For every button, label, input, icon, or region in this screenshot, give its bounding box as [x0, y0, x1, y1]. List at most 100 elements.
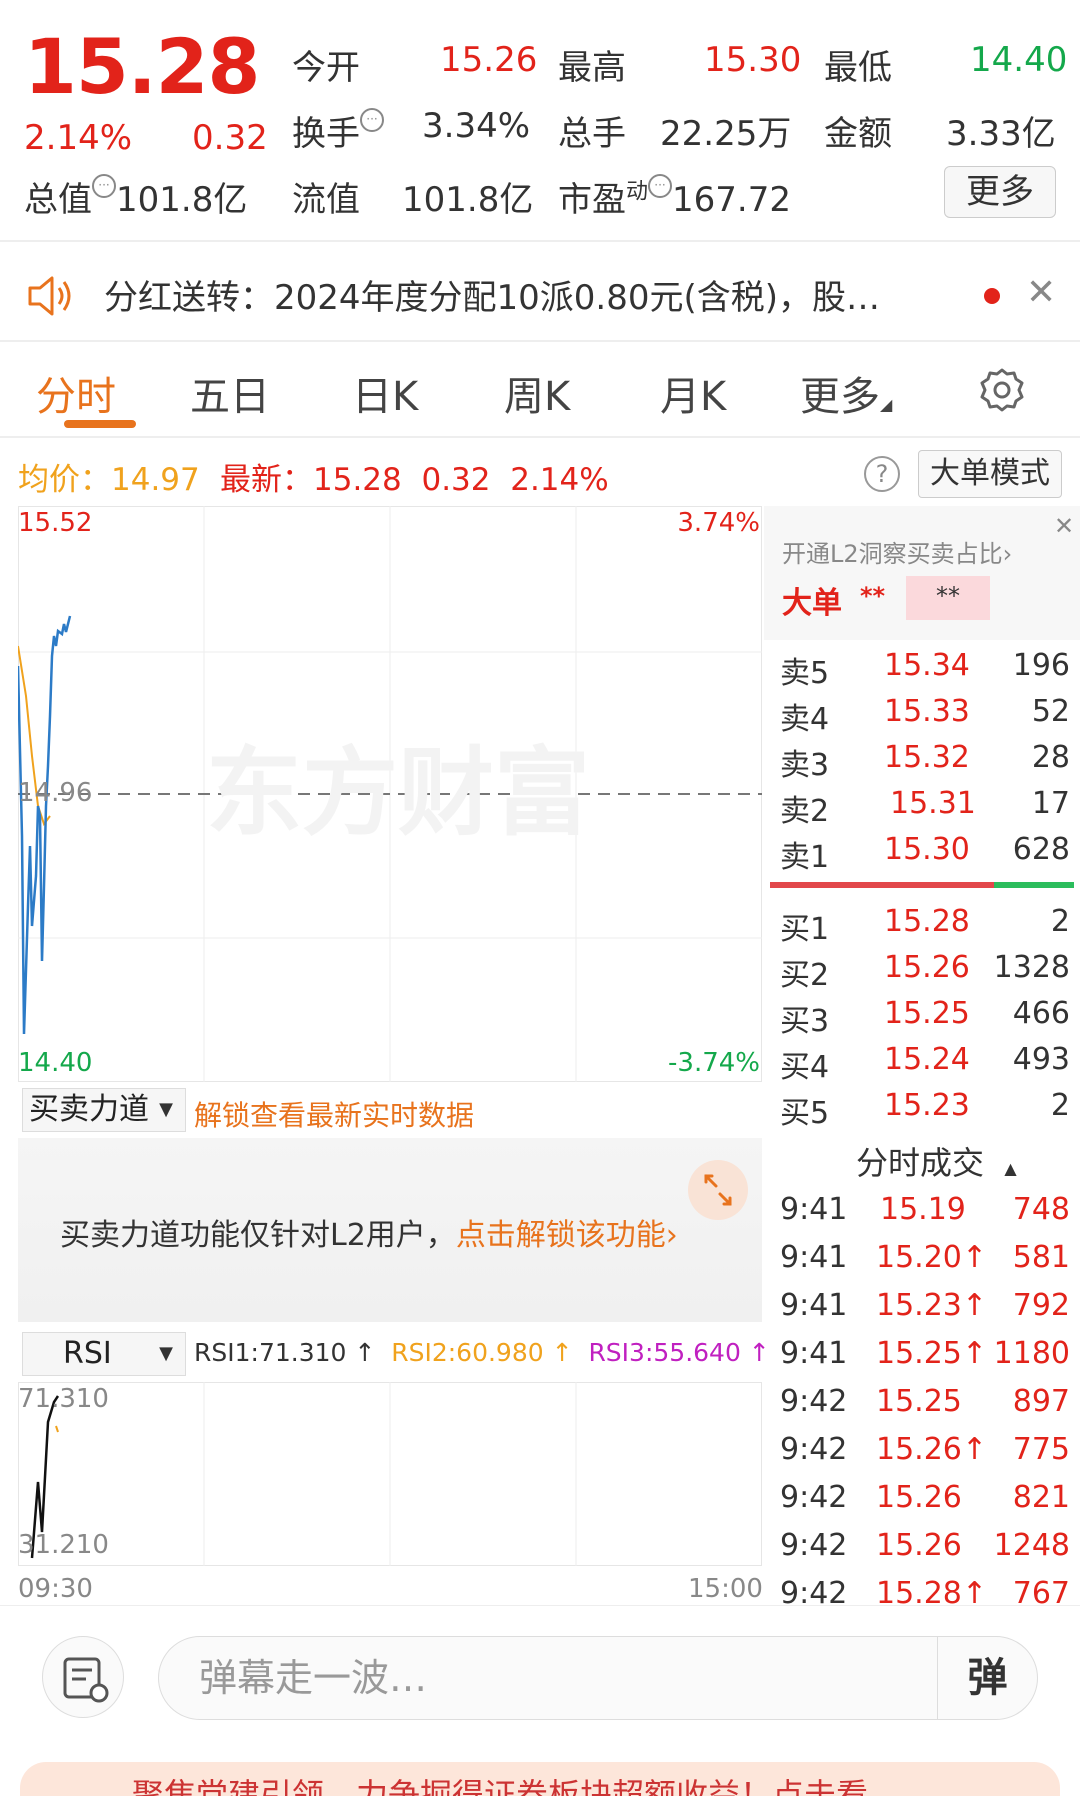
promo-banner[interactable]: 聚焦党建引领，力争掘得证券板块超额收益！点击看… — [20, 1762, 1060, 1796]
float-label: 流值 — [292, 180, 360, 220]
tab-five-day[interactable]: 五日 — [190, 364, 270, 422]
close-icon[interactable]: ✕ — [1054, 512, 1074, 540]
trade-row: 9:41 15.25↑ 1180 — [780, 1336, 1070, 1371]
big-order-label: 大单 — [782, 586, 842, 621]
info-icon[interactable]: ··· — [92, 174, 116, 198]
tab-weekly-k[interactable]: 周K — [504, 364, 570, 422]
rsi-bottom-value: 31.210 — [18, 1530, 109, 1560]
dropdown-triangle-icon: ◢ — [880, 395, 893, 414]
force-indicator-select[interactable]: 买卖力道 ▼ — [22, 1088, 186, 1132]
ask-row-3[interactable]: 卖3 15.32 28 — [764, 736, 1080, 783]
rsi-values: RSI1:71.310 ↑ RSI2:60.980 ↑ RSI3:55.640 … — [194, 1338, 770, 1367]
l2-upgrade-panel[interactable]: 买卖力道功能仅针对L2用户，点击解锁该功能› — [18, 1138, 762, 1322]
pe-superscript: 动 — [626, 179, 649, 205]
order-book-panel: 开通L2洞察买卖占比› ✕ 大单 ** ** 卖5 15.34 196 卖4 15.3… — [764, 506, 1080, 1611]
chart-tabs: 分时 五日 日K 周K 月K 更多◢ — [0, 350, 1080, 436]
big-order-mode-button[interactable]: 大单模式 — [918, 450, 1062, 498]
amount-label: 金额 — [824, 114, 892, 154]
ask-row-4[interactable]: 卖4 15.33 52 — [764, 690, 1080, 737]
dividend-notice-bar[interactable]: 分红送转：2024年度分配10派0.80元(含税)，股… ✕ — [0, 250, 1080, 342]
danmu-bar: 弹幕走一波… 弹 — [0, 1605, 1080, 1745]
danmu-toggle-button[interactable]: 弹 — [937, 1637, 1037, 1719]
trade-row: 9:42 15.25 897 — [780, 1384, 1070, 1419]
danmu-input[interactable]: 弹幕走一波… 弹 — [158, 1636, 1038, 1720]
tab-more[interactable]: 更多◢ — [800, 364, 892, 422]
active-tab-indicator — [64, 420, 136, 428]
unlock-realtime-link[interactable]: 解锁查看最新实时数据 — [194, 1094, 474, 1134]
bid-row-3[interactable]: 买3 15.25 466 — [764, 992, 1080, 1039]
ask-row-1[interactable]: 卖1 15.30 628 — [764, 828, 1080, 875]
pe-label: 市盈动 ··· 167.72 — [558, 172, 791, 221]
rsi3-value: RSI3:55.640 ↑ — [588, 1338, 770, 1367]
open-label: 今开 — [292, 48, 360, 88]
l2-promo-card[interactable]: 开通L2洞察买卖占比› ✕ 大单 ** ** — [764, 506, 1080, 640]
help-icon[interactable]: ? — [864, 456, 900, 492]
amount-value: 3.33亿 — [946, 114, 1056, 154]
speaker-icon — [28, 276, 71, 316]
rsi-chart[interactable]: 71.310 31.210 — [18, 1382, 762, 1566]
low-label: 最低 — [824, 48, 892, 88]
divider — [0, 436, 1080, 438]
time-axis-start: 09:30 — [18, 1574, 93, 1604]
trade-row: 9:41 15.20↑ 581 — [780, 1240, 1070, 1275]
trade-row: 9:41 15.19 748 — [780, 1192, 1070, 1227]
trade-row: 9:42 15.26 821 — [780, 1480, 1070, 1515]
current-price: 15.28 — [24, 22, 260, 111]
info-icon[interactable]: ··· — [360, 108, 384, 132]
trade-row: 9:41 15.23↑ 792 — [780, 1288, 1070, 1323]
l2-unlock-link[interactable]: 点击解锁该功能› — [456, 1218, 678, 1253]
time-sales-title[interactable]: 分时成交 ▲ — [856, 1138, 1017, 1184]
sell-ratio-bar — [770, 882, 994, 888]
open-value: 15.26 — [440, 40, 538, 80]
trade-row: 9:42 15.26 1248 — [780, 1528, 1070, 1563]
settings-gear-icon[interactable] — [978, 366, 1026, 414]
chart-top-pct: 3.74% — [677, 508, 760, 538]
mktcap-value: 101.8亿 — [116, 180, 248, 220]
dropdown-triangle-icon: ▼ — [159, 1343, 173, 1364]
turnover-label: 换手 ··· — [292, 106, 384, 155]
latest-price: 最新：15.28 0.32 2.14% — [220, 462, 609, 498]
bid-row-1[interactable]: 买1 15.28 2 — [764, 900, 1080, 947]
chart-bottom-price: 14.40 — [18, 1048, 93, 1078]
tab-intraday[interactable]: 分时 — [36, 364, 116, 422]
divider — [0, 340, 1080, 342]
buy-ratio-bar — [994, 882, 1074, 888]
info-icon[interactable]: ··· — [648, 174, 673, 198]
unread-dot — [984, 288, 1000, 304]
turnover-value: 3.34% — [422, 106, 531, 146]
bid-row-5[interactable]: 买5 15.23 2 — [764, 1084, 1080, 1131]
change-percent: 2.14% — [24, 118, 133, 158]
chart-bottom-pct: -3.74% — [668, 1048, 760, 1078]
l2-insight-link[interactable]: 开通L2洞察买卖占比› — [782, 534, 1012, 569]
ask-row-5[interactable]: 卖5 15.34 196 — [764, 644, 1080, 691]
danmu-list-icon[interactable] — [42, 1636, 124, 1718]
big-order-value-2: ** — [906, 576, 990, 620]
intraday-chart[interactable]: 东方财富 15.52 3.74% 14.96 14.40 -3.74% — [18, 506, 762, 1082]
pe-value: 167.72 — [672, 180, 791, 220]
bid-row-2[interactable]: 买2 15.26 1328 — [764, 946, 1080, 993]
tab-monthly-k[interactable]: 月K — [660, 364, 726, 422]
divider — [0, 240, 1080, 242]
close-icon[interactable]: ✕ — [1026, 272, 1056, 313]
quote-header: 15.28 2.14% 0.32 今开 15.26 最高 15.30 最低 14… — [0, 0, 1080, 240]
volume-value: 22.25万 — [660, 114, 792, 154]
float-value: 101.8亿 — [402, 180, 534, 220]
rsi1-value: RSI1:71.310 ↑ — [194, 1338, 376, 1367]
notice-text: 分红送转：2024年度分配10派0.80元(含税)，股… — [104, 278, 881, 318]
bid-row-4[interactable]: 买4 15.24 493 — [764, 1038, 1080, 1085]
rsi-indicator-select[interactable]: RSI ▼ — [22, 1332, 186, 1376]
tab-daily-k[interactable]: 日K — [352, 364, 418, 422]
collapse-triangle-icon: ▲ — [1004, 1159, 1017, 1178]
high-value: 15.30 — [704, 40, 802, 80]
chart-top-price: 15.52 — [18, 508, 93, 538]
more-button[interactable]: 更多 — [944, 166, 1056, 218]
trade-row: 9:42 15.26↑ 775 — [780, 1432, 1070, 1467]
ask-row-2[interactable]: 卖2 15.31 17 — [764, 782, 1080, 829]
high-label: 最高 — [558, 48, 626, 88]
watermark: 东方财富 — [206, 737, 590, 849]
change-amount: 0.32 — [192, 118, 268, 158]
time-axis-end: 15:00 — [688, 1574, 763, 1604]
big-order-value-1: ** — [860, 582, 886, 610]
expand-icon[interactable] — [688, 1160, 748, 1220]
rsi-top-value: 71.310 — [18, 1384, 109, 1414]
